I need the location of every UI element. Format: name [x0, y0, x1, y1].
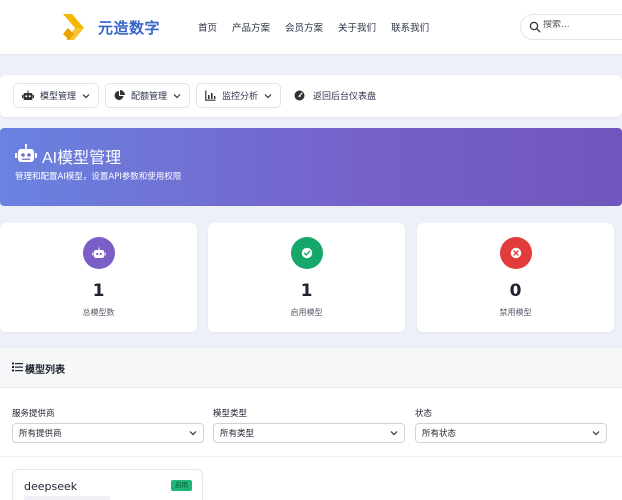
brand-logo[interactable]: [60, 12, 88, 42]
nav-home[interactable]: 首页: [198, 20, 217, 34]
provider-select-value: 所有提供商: [19, 429, 62, 439]
bar-chart-icon: [205, 90, 216, 101]
type-select-value: 所有类型: [220, 429, 255, 439]
stat-label-disabled: 禁用模型: [499, 308, 532, 317]
type-select[interactable]: 所有类型: [213, 423, 405, 443]
stat-value-total: 1: [92, 281, 105, 301]
check-circle-icon: [301, 247, 312, 259]
pie-chart-icon: [114, 90, 125, 100]
robot-icon: [91, 247, 106, 258]
stat-value-disabled: 0: [509, 281, 522, 301]
stat-card-enabled: 1 启用模型: [208, 223, 405, 332]
chevron-down-icon: [82, 93, 90, 98]
back-dashboard-link[interactable]: 返回后台仪表盘: [294, 83, 376, 108]
monitor-label: 监控分析: [222, 92, 259, 102]
status-select[interactable]: 所有状态: [415, 423, 607, 443]
nav-about[interactable]: 关于我们: [338, 20, 376, 34]
model-mgmt-dropdown[interactable]: 模型管理: [13, 83, 100, 108]
quota-mgmt-dropdown[interactable]: 配额管理: [105, 83, 191, 108]
model-list-header: 模型列表: [0, 348, 622, 388]
chevron-down-icon: [173, 93, 181, 98]
chevron-down-icon: [390, 431, 398, 436]
model-list-title: 模型列表: [25, 365, 65, 376]
search-icon: [529, 21, 541, 33]
filter-label-provider: 服务提供商: [12, 409, 55, 419]
filter-label-status: 状态: [415, 409, 433, 419]
model-tag: [24, 496, 110, 500]
monitor-dropdown[interactable]: 监控分析: [196, 83, 282, 108]
provider-select[interactable]: 所有提供商: [12, 423, 204, 443]
stat-label-total: 总模型数: [82, 308, 115, 317]
search-input[interactable]: [543, 20, 622, 30]
nav-membership[interactable]: 会员方案: [285, 20, 323, 34]
stat-icon-circle: [82, 237, 115, 269]
x-circle-icon: [510, 247, 521, 259]
stat-icon-circle: [290, 237, 323, 269]
back-dashboard-label: 返回后台仪表盘: [313, 92, 377, 102]
top-header: 元造数字 首页 产品方案 会员方案 关于我们 联系我们: [0, 0, 622, 54]
nav-contact[interactable]: 联系我们: [391, 20, 429, 34]
chevron-down-icon: [592, 431, 600, 436]
chevron-down-icon: [189, 431, 197, 436]
status-select-value: 所有状态: [422, 429, 457, 439]
quota-mgmt-label: 配额管理: [131, 92, 168, 102]
stat-value-enabled: 1: [300, 281, 313, 301]
list-icon: [12, 362, 23, 372]
filter-label-type: 模型类型: [213, 409, 248, 419]
search-box: [520, 14, 622, 40]
stat-icon-circle: [499, 237, 532, 269]
stat-card-total: 1 总模型数: [0, 223, 197, 332]
page-title: AI模型管理: [42, 150, 122, 167]
model-name: deepseek: [24, 480, 78, 493]
robot-icon: [15, 144, 37, 162]
page-hero-banner: AI模型管理 管理和配置AI模型，设置API参数和使用权限: [0, 128, 622, 206]
model-card[interactable]: deepseek 启用: [12, 469, 203, 500]
nav-products[interactable]: 产品方案: [232, 20, 270, 34]
page-subtitle: 管理和配置AI模型，设置API参数和使用权限: [15, 172, 182, 182]
divider: [0, 456, 622, 457]
status-badge: 启用: [171, 480, 192, 491]
main-nav: 首页 产品方案 会员方案 关于我们 联系我们: [198, 20, 444, 34]
chevron-down-icon: [264, 93, 272, 98]
stat-card-disabled: 0 禁用模型: [417, 223, 614, 332]
admin-toolbar: 模型管理 配额管理 监控分析 返回后台仪表盘: [0, 75, 622, 117]
stat-label-enabled: 启用模型: [290, 308, 323, 317]
brand-name[interactable]: 元造数字: [98, 17, 160, 38]
gauge-icon: [294, 90, 305, 101]
model-mgmt-label: 模型管理: [40, 92, 77, 102]
robot-icon: [22, 90, 34, 100]
